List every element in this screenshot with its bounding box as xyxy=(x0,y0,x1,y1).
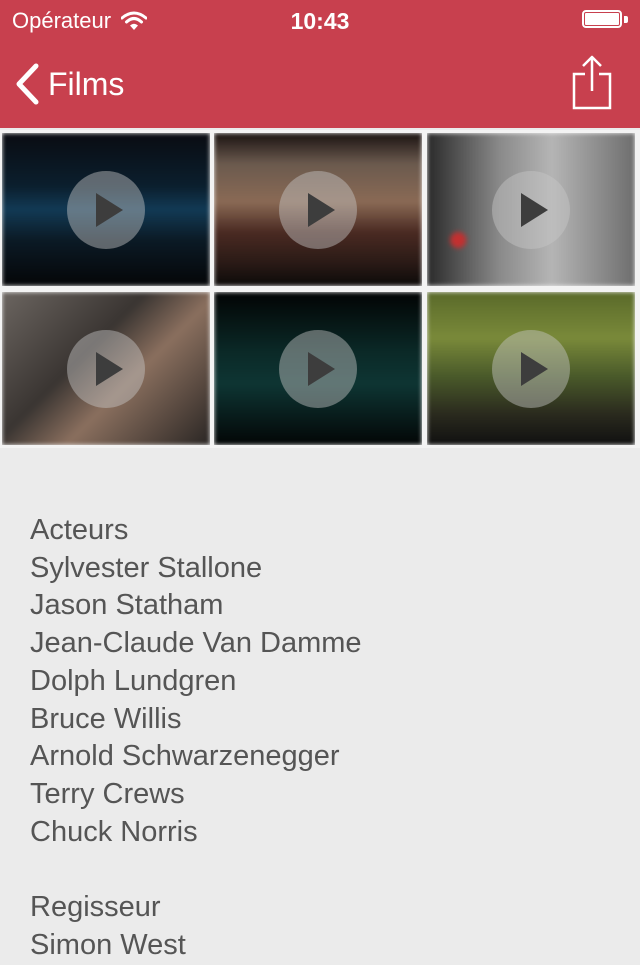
back-button-label: Films xyxy=(48,65,125,102)
director-heading: Regisseur xyxy=(30,891,161,924)
film-details: Acteurs Sylvester Stallone Jason Statham… xyxy=(30,512,610,965)
battery-icon xyxy=(582,10,628,30)
actor-name: Arnold Schwarzenegger xyxy=(30,740,340,773)
actor-name: Chuck Norris xyxy=(30,815,198,848)
back-button[interactable]: Films xyxy=(14,58,124,110)
actor-name: Jason Statham xyxy=(30,589,224,622)
share-icon[interactable] xyxy=(570,54,614,110)
video-thumbnail-2[interactable] xyxy=(214,133,422,286)
video-thumbnail-4[interactable] xyxy=(2,292,210,445)
play-icon[interactable] xyxy=(67,330,145,408)
actor-name: Jean-Claude Van Damme xyxy=(30,627,362,660)
video-grid xyxy=(0,130,640,448)
video-thumbnail-3[interactable] xyxy=(427,133,635,286)
play-icon[interactable] xyxy=(492,171,570,249)
video-thumbnail-6[interactable] xyxy=(427,292,635,445)
actor-name: Bruce Willis xyxy=(30,702,182,735)
actor-name: Sylvester Stallone xyxy=(30,551,263,584)
actor-name: Dolph Lundgren xyxy=(30,664,237,697)
play-icon[interactable] xyxy=(279,171,357,249)
video-thumbnail-1[interactable] xyxy=(2,133,210,286)
play-icon[interactable] xyxy=(279,330,357,408)
navigation-bar: Films xyxy=(0,40,640,128)
actors-heading: Acteurs xyxy=(30,514,129,546)
status-bar: Opérateur 10:43 xyxy=(0,0,640,40)
play-icon[interactable] xyxy=(67,171,145,249)
app-header: Opérateur 10:43 Films xyxy=(0,0,640,128)
status-time: 10:43 xyxy=(290,8,350,34)
chevron-left-icon xyxy=(16,63,39,105)
play-icon[interactable] xyxy=(492,330,570,408)
video-thumbnail-5[interactable] xyxy=(214,292,422,445)
director-name: Simon West xyxy=(30,929,186,962)
actor-name: Terry Crews xyxy=(30,777,185,810)
